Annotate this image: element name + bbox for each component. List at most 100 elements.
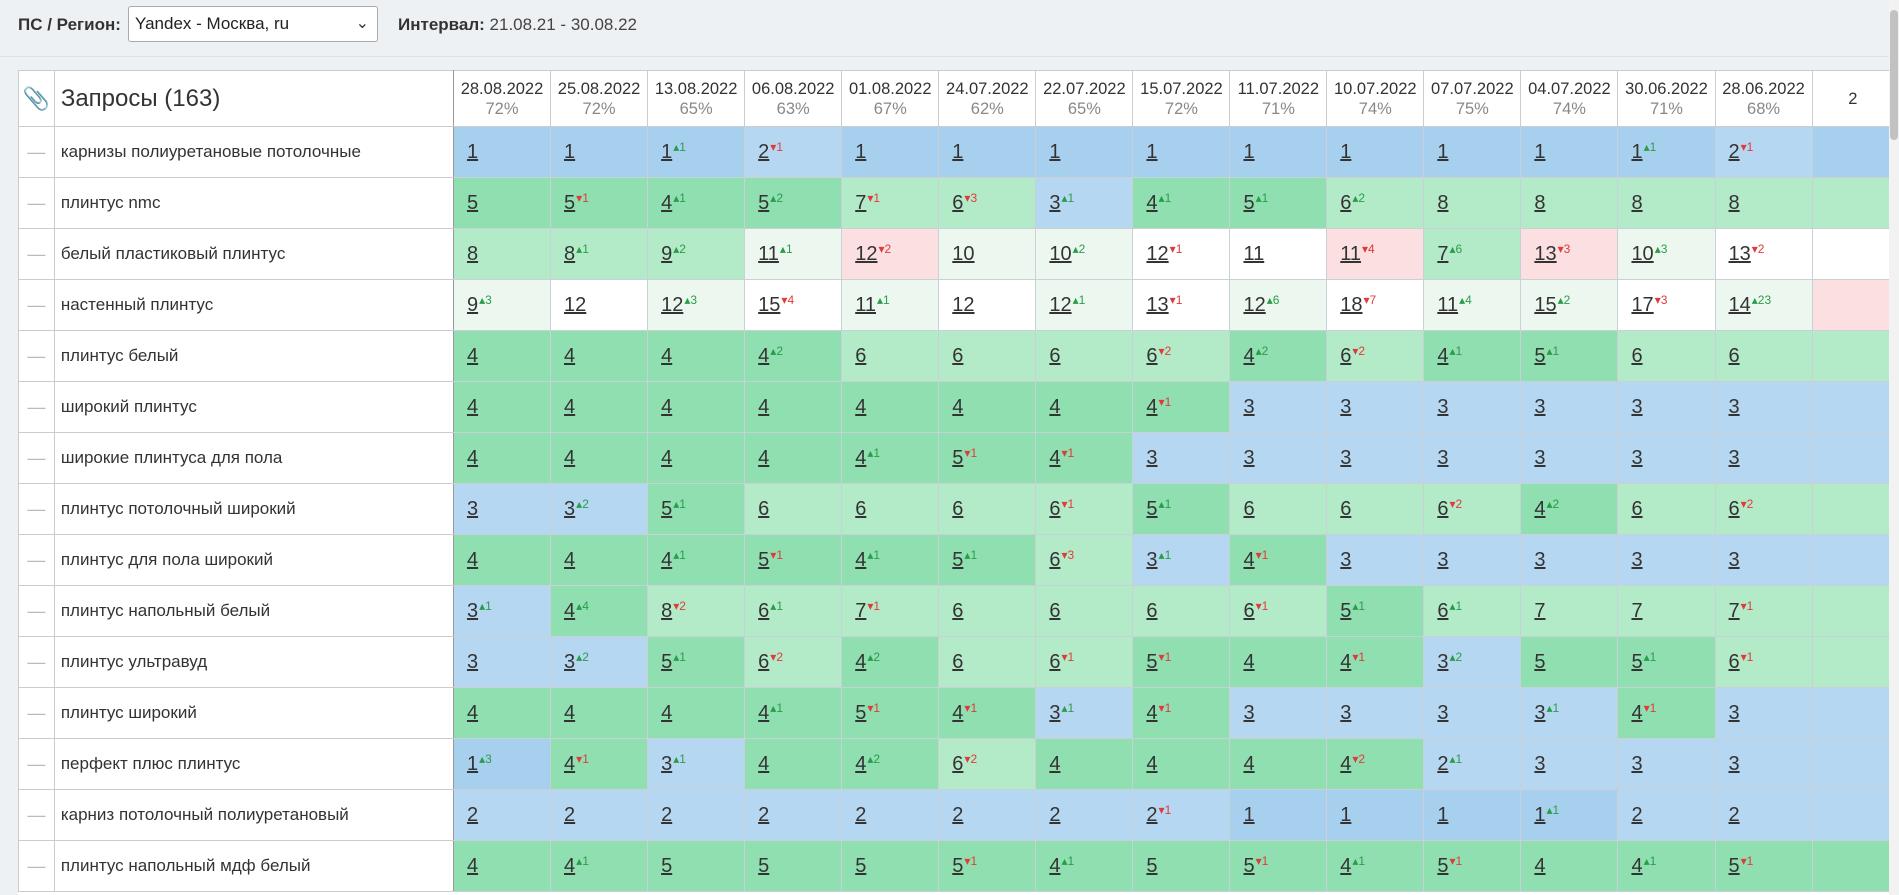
position-link[interactable]: 4 <box>467 549 478 571</box>
query-text[interactable]: белый пластиковый плинтус <box>53 228 454 280</box>
position-link[interactable]: 3 <box>1146 549 1157 571</box>
position-link[interactable]: 4 <box>1243 753 1254 775</box>
position-link[interactable]: 2 <box>855 804 866 826</box>
position-link[interactable]: 9 <box>661 243 672 265</box>
row-collapse-icon[interactable]: — <box>18 279 55 331</box>
position-link[interactable]: 1 <box>467 141 478 163</box>
position-link[interactable]: 11 <box>855 294 876 316</box>
position-link[interactable]: 4 <box>467 855 478 877</box>
position-link[interactable]: 12 <box>1049 294 1071 316</box>
position-link[interactable]: 2 <box>758 804 769 826</box>
position-link[interactable]: 5 <box>1534 651 1545 673</box>
position-link[interactable]: 12 <box>564 294 586 316</box>
position-link[interactable]: 1 <box>1243 804 1254 826</box>
position-link[interactable]: 4 <box>1049 753 1060 775</box>
position-link[interactable]: 4 <box>758 702 769 724</box>
position-link[interactable]: 6 <box>1146 600 1157 622</box>
query-text[interactable]: плинтус потолочный широкий <box>53 483 454 535</box>
query-text[interactable]: широкий плинтус <box>53 381 454 433</box>
query-text[interactable]: плинтус напольный белый <box>53 585 454 637</box>
date-column-header[interactable]: 30.06.2022 71% <box>1617 70 1716 127</box>
position-link[interactable]: 6 <box>1049 345 1060 367</box>
search-engine-region-select[interactable]: Yandex - Москва, ru ⌄ <box>128 6 378 42</box>
position-link[interactable]: 12 <box>1243 294 1265 316</box>
position-link[interactable]: 5 <box>758 192 769 214</box>
paperclip-icon[interactable]: 📎 <box>18 70 55 127</box>
position-link[interactable]: 2 <box>1437 753 1448 775</box>
position-link[interactable]: 3 <box>1243 396 1254 418</box>
position-link[interactable]: 1 <box>1340 141 1351 163</box>
position-link[interactable]: 4 <box>467 345 478 367</box>
position-link[interactable]: 5 <box>952 549 963 571</box>
position-link[interactable]: 3 <box>661 753 672 775</box>
scrollbar-thumb[interactable] <box>1890 10 1898 140</box>
position-link[interactable]: 6 <box>1729 345 1740 367</box>
vertical-scrollbar[interactable] <box>1889 0 1899 895</box>
position-link[interactable]: 3 <box>1437 651 1448 673</box>
position-link[interactable]: 6 <box>758 651 769 673</box>
query-text[interactable]: плинтус напольный мдф белый <box>53 840 454 892</box>
position-link[interactable]: 5 <box>758 855 769 877</box>
position-link[interactable]: 6 <box>1729 651 1740 673</box>
position-link[interactable]: 1 <box>1340 804 1351 826</box>
position-link[interactable]: 5 <box>1534 345 1545 367</box>
date-column-header[interactable]: 2 <box>1811 70 1894 127</box>
query-text[interactable]: настенный плинтус <box>53 279 454 331</box>
position-link[interactable]: 8 <box>1534 192 1545 214</box>
position-link[interactable]: 4 <box>952 396 963 418</box>
position-link[interactable]: 4 <box>1437 345 1448 367</box>
query-text[interactable]: плинтус широкий <box>53 687 454 739</box>
position-link[interactable]: 5 <box>855 702 866 724</box>
position-link[interactable]: 2 <box>1049 804 1060 826</box>
position-link[interactable]: 17 <box>1631 294 1653 316</box>
position-link[interactable]: 7 <box>855 192 866 214</box>
position-link[interactable]: 8 <box>1437 192 1448 214</box>
position-link[interactable]: 4 <box>1049 447 1060 469</box>
date-column-header[interactable]: 10.07.2022 74% <box>1326 70 1425 127</box>
position-link[interactable]: 2 <box>661 804 672 826</box>
position-link[interactable]: 5 <box>1146 498 1157 520</box>
position-link[interactable]: 3 <box>1243 447 1254 469</box>
query-text[interactable]: перфект плюс плинтус <box>53 738 454 790</box>
position-link[interactable]: 4 <box>758 753 769 775</box>
row-collapse-icon[interactable]: — <box>18 177 55 229</box>
position-link[interactable]: 4 <box>564 549 575 571</box>
row-collapse-icon[interactable]: — <box>18 534 55 586</box>
position-link[interactable]: 4 <box>1534 498 1545 520</box>
row-collapse-icon[interactable]: — <box>18 585 55 637</box>
position-link[interactable]: 1 <box>1534 804 1545 826</box>
date-column-header[interactable]: 15.07.2022 72% <box>1132 70 1231 127</box>
position-link[interactable]: 4 <box>661 702 672 724</box>
position-link[interactable]: 3 <box>1437 396 1448 418</box>
position-link[interactable]: 10 <box>952 243 974 265</box>
position-link[interactable]: 6 <box>952 651 963 673</box>
position-link[interactable]: 18 <box>1340 294 1362 316</box>
position-link[interactable]: 13 <box>1146 294 1168 316</box>
position-link[interactable]: 5 <box>1146 855 1157 877</box>
position-link[interactable]: 10 <box>1049 243 1071 265</box>
position-link[interactable]: 3 <box>467 498 478 520</box>
position-link[interactable]: 1 <box>1243 141 1254 163</box>
position-link[interactable]: 4 <box>758 345 769 367</box>
position-link[interactable]: 3 <box>1437 702 1448 724</box>
position-link[interactable]: 3 <box>467 600 478 622</box>
position-link[interactable]: 3 <box>467 651 478 673</box>
position-link[interactable]: 4 <box>952 702 963 724</box>
position-link[interactable]: 3 <box>1631 753 1642 775</box>
position-link[interactable]: 3 <box>1437 447 1448 469</box>
position-link[interactable]: 4 <box>1340 855 1351 877</box>
position-link[interactable]: 6 <box>1340 192 1351 214</box>
row-collapse-icon[interactable]: — <box>18 381 55 433</box>
row-collapse-icon[interactable]: — <box>18 687 55 739</box>
position-link[interactable]: 4 <box>564 396 575 418</box>
date-column-header[interactable]: 11.07.2022 71% <box>1229 70 1328 127</box>
position-link[interactable]: 4 <box>564 855 575 877</box>
position-link[interactable]: 6 <box>1049 600 1060 622</box>
position-link[interactable]: 12 <box>952 294 974 316</box>
position-link[interactable]: 2 <box>1146 804 1157 826</box>
position-link[interactable]: 8 <box>1729 192 1740 214</box>
position-link[interactable]: 4 <box>1340 753 1351 775</box>
position-link[interactable]: 1 <box>1146 141 1157 163</box>
interval-value[interactable]: 21.08.21 - 30.08.22 <box>490 15 637 34</box>
position-link[interactable]: 6 <box>855 345 866 367</box>
